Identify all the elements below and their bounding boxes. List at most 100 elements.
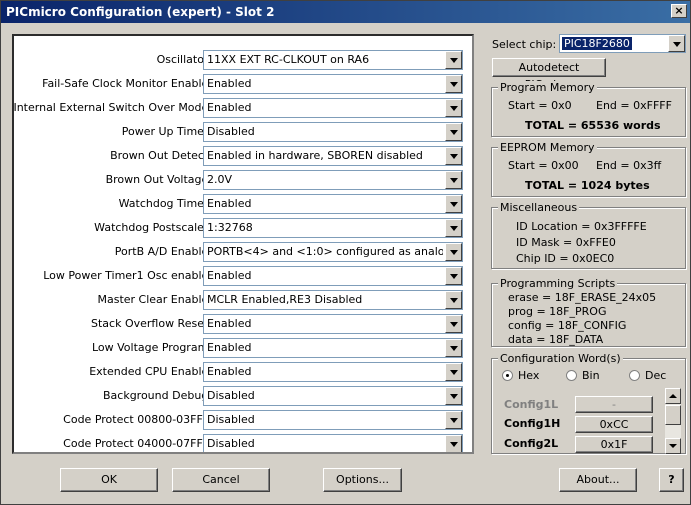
setting-select[interactable]: Disabled [203,122,463,142]
hex-radio[interactable] [502,370,513,381]
select-chip-label: Select chip: [492,38,557,51]
setting-value: Enabled in hardware, SBOREN disabled [207,149,423,162]
setting-label: Low Voltage Program: [91,341,212,354]
autodetect-button[interactable]: Autodetect PICmicro [492,58,606,91]
group-title: Program Memory [498,81,597,94]
chevron-down-icon[interactable] [445,243,462,261]
setting-value: Enabled [207,365,252,378]
config-word-name: Config1L [504,398,559,411]
setting-select[interactable]: Enabled [203,314,463,334]
setting-row: Stack Overflow Reset: Enabled [14,313,472,335]
eeprom-memory-group: EEPROM Memory Start = 0x00 End = 0x3ff T… [491,141,686,197]
ee-start: Start = 0x00 [508,159,579,172]
setting-value: PORTB<4> and <1:0> configured as analog … [207,245,443,258]
options-button[interactable]: Options... [323,468,402,492]
config-words-scrollbar[interactable] [665,388,681,454]
config-word-button[interactable]: 0x1F [575,436,653,453]
ee-end: End = 0x3ff [596,159,662,172]
setting-value: Enabled [207,317,252,330]
setting-row: Watchdog Postscaler: 1:32768 [14,217,472,239]
setting-value: 1:32768 [207,221,253,234]
setting-row: Fail-Safe Clock Monitor Enable: Enabled [14,73,472,95]
chevron-down-icon[interactable] [445,339,462,357]
title-bar: PICmicro Configuration (expert) - Slot 2… [1,1,690,23]
setting-label: Fail-Safe Clock Monitor Enable: [42,77,212,90]
setting-select[interactable]: Disabled [203,434,463,452]
setting-label: Power Up Timer: [121,125,212,138]
setting-select[interactable]: Enabled [203,194,463,214]
scroll-thumb[interactable] [665,405,681,425]
scroll-down-icon[interactable] [665,438,681,454]
setting-label: Extended CPU Enable: [89,365,212,378]
chevron-down-icon[interactable] [668,35,685,52]
config-word-name: Config2L [504,437,559,450]
chevron-down-icon[interactable] [445,411,462,429]
chevron-down-icon[interactable] [445,291,462,309]
setting-row: Background Debug: Disabled [14,385,472,407]
setting-select[interactable]: Enabled [203,98,463,118]
setting-row: Internal External Switch Over Mode: Enabl… [14,97,472,119]
setting-select[interactable]: Disabled [203,386,463,406]
pm-start: Start = 0x0 [508,99,572,112]
setting-select[interactable]: PORTB<4> and <1:0> configured as analog … [203,242,463,262]
chevron-down-icon[interactable] [445,75,462,93]
setting-row: Low Voltage Program: Enabled [14,337,472,359]
chevron-down-icon[interactable] [445,363,462,381]
setting-value: Enabled [207,197,252,210]
script-erase: erase = 18F_ERASE_24x05 [508,291,657,304]
chevron-down-icon[interactable] [445,219,462,237]
setting-row: Brown Out Detect: Enabled in hardware, SB… [14,145,472,167]
setting-value: Disabled [207,389,255,402]
config-word-button[interactable]: - [575,396,653,413]
group-title: Configuration Word(s) [498,352,623,365]
setting-select[interactable]: 2.0V [203,170,463,190]
chevron-down-icon[interactable] [445,147,462,165]
setting-select[interactable]: Enabled [203,362,463,382]
setting-label: Watchdog Postscaler: [94,221,212,234]
close-button[interactable]: × [671,4,687,18]
setting-select[interactable]: MCLR Enabled,RE3 Disabled [203,290,463,310]
cancel-button[interactable]: Cancel [172,468,270,492]
setting-select[interactable]: Enabled in hardware, SBOREN disabled [203,146,463,166]
chevron-down-icon[interactable] [445,51,462,69]
scroll-up-icon[interactable] [665,388,681,404]
help-button[interactable]: ? [659,468,684,492]
id-mask: ID Mask = 0xFFE0 [516,236,616,249]
about-button[interactable]: About... [559,468,637,492]
bin-radio-label: Bin [582,369,600,382]
bin-radio[interactable] [566,370,577,381]
group-title: Programming Scripts [498,277,618,290]
program-memory-group: Program Memory Start = 0x0 End = 0xFFFF … [491,81,686,137]
setting-value: Disabled [207,125,255,138]
setting-label: Watchdog Timer: [118,197,212,210]
chevron-down-icon[interactable] [445,435,462,452]
settings-panel: Oscillator: 11XX EXT RC-CLKOUT on RA6 Fail… [12,34,474,454]
setting-select[interactable]: Enabled [203,338,463,358]
ee-total: TOTAL = 1024 bytes [525,179,650,192]
chevron-down-icon[interactable] [445,387,462,405]
chevron-down-icon[interactable] [445,123,462,141]
setting-select[interactable]: Disabled [203,410,463,430]
dec-radio[interactable] [629,370,640,381]
setting-select[interactable]: 11XX EXT RC-CLKOUT on RA6 [203,50,463,70]
chip-select[interactable]: PIC18F2680 [559,34,686,53]
setting-select[interactable]: Enabled [203,266,463,286]
ok-button[interactable]: OK [60,468,158,492]
setting-value: Disabled [207,437,255,450]
chevron-down-icon[interactable] [445,99,462,117]
dec-radio-label: Dec [645,369,667,382]
setting-select[interactable]: 1:32768 [203,218,463,238]
setting-row: Extended CPU Enable: Enabled [14,361,472,383]
chevron-down-icon[interactable] [445,171,462,189]
setting-row: Code Protect 04000-07FFF: Disabled [14,433,472,452]
chevron-down-icon[interactable] [445,195,462,213]
setting-value: 11XX EXT RC-CLKOUT on RA6 [207,53,370,66]
chevron-down-icon[interactable] [445,315,462,333]
setting-row: Low Power Timer1 Osc enable: Enabled [14,265,472,287]
group-title: Miscellaneous [498,201,580,214]
chevron-down-icon[interactable] [445,267,462,285]
config-word-button[interactable]: 0xCC [575,416,653,433]
setting-row: Code Protect 00800-03FFF: Disabled [14,409,472,431]
setting-select[interactable]: Enabled [203,74,463,94]
setting-row: Oscillator: 11XX EXT RC-CLKOUT on RA6 [14,49,472,71]
